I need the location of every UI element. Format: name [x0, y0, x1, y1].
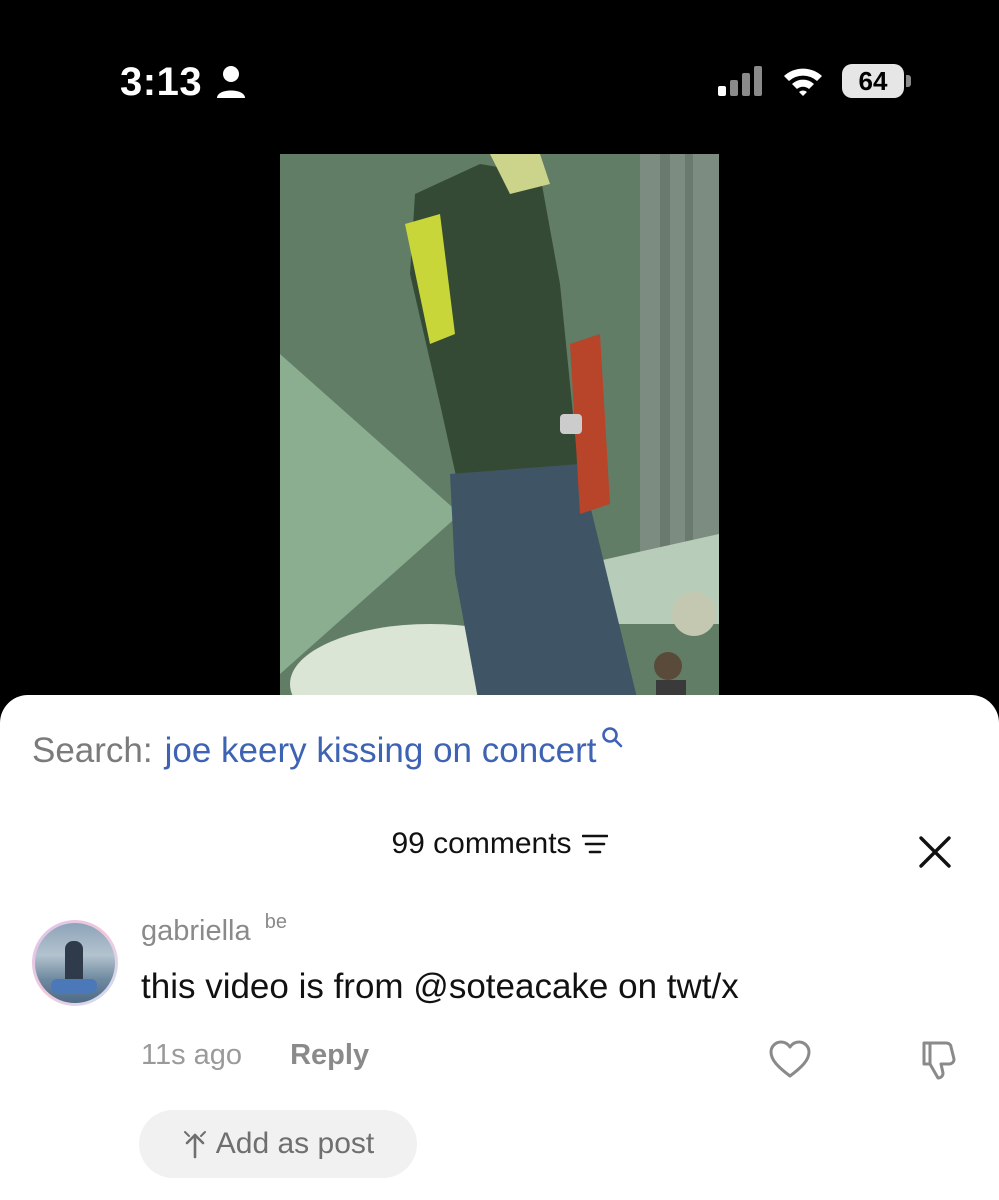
battery-cap	[906, 75, 911, 87]
status-bar: 3:13 64	[0, 0, 999, 140]
comment-username-row: gabriella be	[141, 911, 287, 955]
battery-level: 64	[858, 66, 888, 96]
add-post-icon	[183, 1131, 206, 1159]
comment-user-tag: be	[264, 911, 287, 933]
comments-count-title: 99 comments	[391, 827, 572, 860]
avatar-image	[35, 923, 115, 1003]
video-player[interactable]	[280, 154, 719, 710]
comment-text: this video is from @soteacake on twt/x	[141, 967, 739, 1006]
thumbs-down-icon[interactable]	[916, 1037, 960, 1081]
search-label: Search:	[32, 731, 153, 770]
person-icon	[217, 66, 245, 98]
comments-header: 99 comments	[0, 827, 999, 877]
avatar[interactable]	[32, 920, 118, 1006]
video-frame-image	[280, 154, 719, 710]
reply-button[interactable]: Reply	[290, 1039, 369, 1071]
search-suggestion[interactable]: Search: joe keery kissing on concert	[32, 727, 623, 779]
add-as-post-button[interactable]: Add as post	[139, 1110, 417, 1178]
comment-meta: 11s ago Reply	[141, 1039, 369, 1079]
status-time: 3:13	[120, 60, 203, 104]
close-icon[interactable]	[918, 835, 952, 869]
comments-sort-toggle[interactable]: 99 comments	[391, 827, 608, 861]
search-query-link[interactable]: joe keery kissing on concert	[165, 731, 597, 771]
heart-icon[interactable]	[768, 1039, 812, 1079]
avatar-legs	[51, 979, 97, 993]
comment-username[interactable]: gabriella	[141, 915, 251, 947]
video-area[interactable]	[0, 140, 999, 710]
search-icon	[601, 727, 622, 748]
comment-item: gabriella be this video is from @soteaca…	[30, 911, 970, 1195]
comments-sheet: Search: joe keery kissing on concert 99 …	[0, 695, 999, 1200]
battery-icon: 64	[842, 64, 912, 98]
filter-icon[interactable]	[581, 833, 608, 855]
comment-time: 11s ago	[141, 1039, 243, 1071]
add-as-post-label: Add as post	[215, 1127, 375, 1160]
signal-icon	[718, 66, 762, 96]
wifi-icon	[784, 68, 822, 96]
